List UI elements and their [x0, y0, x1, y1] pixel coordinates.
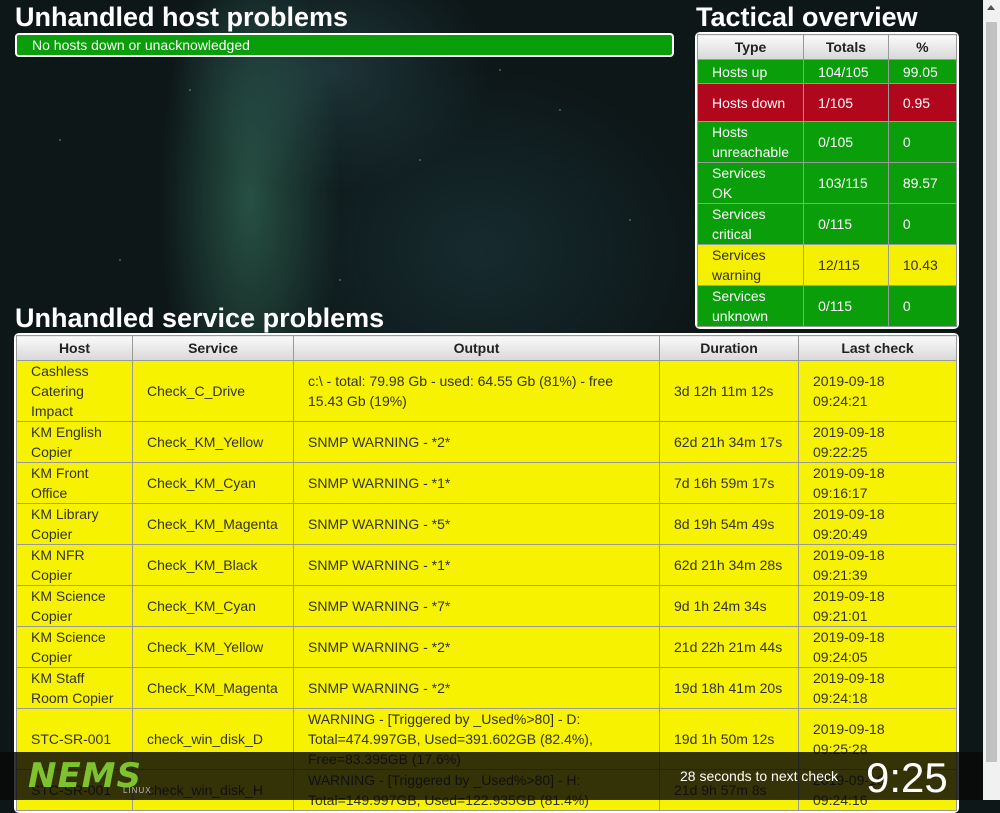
tactical-type: Hosts down — [696, 83, 805, 122]
service-output: SNMP WARNING - *7* — [293, 585, 660, 627]
service-last-check: 2019-09-18 09:21:39 — [798, 544, 957, 586]
service-row: KM Front Office Check_KM_Cyan SNMP WARNING… — [16, 462, 957, 504]
footer-bar: NEMS LINUX 28 seconds to next check 9:25 — [0, 752, 1000, 801]
service-duration: 8d 19h 54m 49s — [659, 503, 799, 545]
service-service: Check_KM_Cyan — [132, 462, 294, 504]
service-output: SNMP WARNING - *1* — [293, 544, 660, 586]
tactical-totals: 0/115 — [803, 203, 889, 245]
service-host: KM Library Copier — [16, 503, 133, 545]
service-last-check: 2019-09-18 09:22:25 — [798, 421, 957, 463]
service-problems-title: Unhandled service problems — [15, 303, 385, 333]
service-service: Check_KM_Yellow — [132, 626, 294, 668]
tactical-percent: 10.43 — [887, 244, 958, 286]
service-last-check: 2019-09-18 09:24:18 — [798, 667, 957, 709]
tactical-percent: 0 — [887, 203, 958, 245]
service-host: KM Staff Room Copier — [16, 667, 133, 709]
service-row: Cashless Catering Impact Check_C_Drive c:\… — [16, 360, 957, 422]
service-duration: 7d 16h 59m 17s — [659, 462, 799, 504]
clock: 9:25 — [866, 754, 948, 801]
host-status-banner: No hosts down or unacknowledged — [15, 33, 674, 57]
tactical-overview-title: Tactical overview — [696, 2, 918, 32]
service-host: KM English Copier — [16, 421, 133, 463]
service-output: SNMP WARNING - *5* — [293, 503, 660, 545]
service-output: SNMP WARNING - *2* — [293, 667, 660, 709]
tactical-totals: 12/115 — [803, 244, 889, 286]
service-host: KM Science Copier — [16, 626, 133, 668]
service-row: KM NFR Copier Check_KM_Black SNMP WARNING … — [16, 544, 957, 586]
service-duration: 9d 1h 24m 34s — [659, 585, 799, 627]
service-output: SNMP WARNING - *2* — [293, 626, 660, 668]
tactical-overview-table: Type Totals % Hosts up 104/105 99.05 Hosts … — [696, 34, 958, 327]
tactical-type: Services OK — [696, 162, 805, 204]
tactical-totals: 0/115 — [803, 285, 889, 327]
col-duration: Duration — [659, 335, 799, 361]
service-output: SNMP WARNING - *2* — [293, 421, 660, 463]
scrollbar-thumb[interactable] — [986, 22, 997, 762]
service-row: KM Science Copier Check_KM_Yellow SNMP WAR… — [16, 626, 957, 668]
tactical-row: Services unknown 0/115 0 — [696, 285, 958, 327]
service-service: Check_KM_Magenta — [132, 503, 294, 545]
col-percent: % — [887, 34, 958, 60]
tactical-row: Hosts up 104/105 99.05 — [696, 59, 958, 84]
col-host: Host — [16, 335, 133, 361]
tactical-row: Hosts unreachable 0/105 0 — [696, 121, 958, 163]
service-output: SNMP WARNING - *1* — [293, 462, 660, 504]
service-duration: 62d 21h 34m 28s — [659, 544, 799, 586]
service-duration: 3d 12h 11m 12s — [659, 360, 799, 422]
service-row: KM English Copier Check_KM_Yellow SNMP WAR… — [16, 421, 957, 463]
vertical-scrollbar[interactable] — [983, 0, 1000, 800]
scroll-up-arrow-icon[interactable] — [987, 5, 995, 10]
service-problems-table: Host Service Output Duration Last check … — [16, 335, 957, 811]
service-service: Check_KM_Magenta — [132, 667, 294, 709]
service-host: Cashless Catering Impact — [16, 360, 133, 422]
tactical-percent: 0 — [887, 285, 958, 327]
tactical-type: Services warning — [696, 244, 805, 286]
tactical-row: Services OK 103/115 89.57 — [696, 162, 958, 204]
tactical-percent: 99.05 — [887, 59, 958, 84]
service-problems-panel: Host Service Output Duration Last check … — [14, 333, 959, 813]
tactical-row: Services critical 0/115 0 — [696, 203, 958, 245]
service-last-check: 2019-09-18 09:24:05 — [798, 626, 957, 668]
service-last-check: 2019-09-18 09:20:49 — [798, 503, 957, 545]
service-duration: 21d 22h 21m 44s — [659, 626, 799, 668]
tactical-percent: 89.57 — [887, 162, 958, 204]
service-row: KM Library Copier Check_KM_Magenta SNMP WA… — [16, 503, 957, 545]
tactical-totals: 103/115 — [803, 162, 889, 204]
nems-logo-subtitle: LINUX — [123, 786, 152, 795]
service-duration: 62d 21h 34m 17s — [659, 421, 799, 463]
service-service: Check_C_Drive — [132, 360, 294, 422]
tactical-type: Services unknown — [696, 285, 805, 327]
host-problems-title: Unhandled host problems — [15, 2, 349, 32]
tactical-type: Hosts up — [696, 59, 805, 84]
tactical-totals: 1/105 — [803, 83, 889, 122]
col-service: Service — [132, 335, 294, 361]
tactical-percent: 0.95 — [887, 83, 958, 122]
service-service: Check_KM_Black — [132, 544, 294, 586]
service-host: KM Science Copier — [16, 585, 133, 627]
tactical-percent: 0 — [887, 121, 958, 163]
service-last-check: 2019-09-18 09:16:17 — [798, 462, 957, 504]
service-service: Check_KM_Yellow — [132, 421, 294, 463]
col-type: Type — [696, 34, 805, 60]
service-host: KM Front Office — [16, 462, 133, 504]
next-check-countdown: 28 seconds to next check — [680, 768, 838, 784]
tactical-type: Hosts unreachable — [696, 121, 805, 163]
tactical-overview-panel: Type Totals % Hosts up 104/105 99.05 Hosts … — [695, 32, 959, 329]
service-row: KM Science Copier Check_KM_Cyan SNMP WARNI… — [16, 585, 957, 627]
service-last-check: 2019-09-18 09:24:21 — [798, 360, 957, 422]
col-last-check: Last check — [798, 335, 957, 361]
tactical-row: Hosts down 1/105 0.95 — [696, 83, 958, 122]
col-totals: Totals — [803, 34, 889, 60]
col-output: Output — [293, 335, 660, 361]
service-host: KM NFR Copier — [16, 544, 133, 586]
tactical-row: Services warning 12/115 10.43 — [696, 244, 958, 286]
tactical-type: Services critical — [696, 203, 805, 245]
service-service: Check_KM_Cyan — [132, 585, 294, 627]
service-last-check: 2019-09-18 09:21:01 — [798, 585, 957, 627]
service-output: c:\ - total: 79.98 Gb - used: 64.55 Gb (… — [293, 360, 660, 422]
tactical-totals: 0/105 — [803, 121, 889, 163]
service-duration: 19d 18h 41m 20s — [659, 667, 799, 709]
service-row: KM Staff Room Copier Check_KM_Magenta SNMP… — [16, 667, 957, 709]
tactical-totals: 104/105 — [803, 59, 889, 84]
